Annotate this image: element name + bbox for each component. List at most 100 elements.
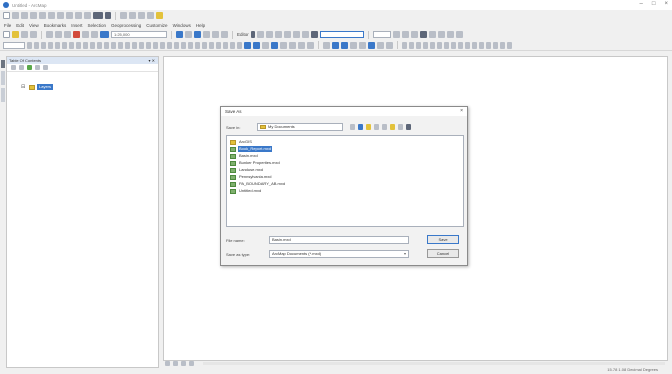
python-icon[interactable] xyxy=(212,31,219,38)
search-icon[interactable] xyxy=(203,31,210,38)
layout-tool-icon[interactable] xyxy=(458,41,463,49)
new-folder-icon[interactable] xyxy=(366,124,371,130)
fixed-zoom-icon[interactable] xyxy=(280,41,287,49)
tool-icon[interactable] xyxy=(55,41,60,49)
measure-icon[interactable] xyxy=(359,41,366,49)
options-icon[interactable] xyxy=(43,65,48,70)
zoom-in-icon[interactable] xyxy=(244,41,251,49)
layout-tool-icon[interactable] xyxy=(451,41,456,49)
edit-annotation-icon[interactable] xyxy=(256,31,264,38)
list-item[interactable]: ArcGIS xyxy=(230,139,253,145)
italic-icon[interactable] xyxy=(401,31,409,38)
tool-icon[interactable] xyxy=(62,41,67,49)
menu-edit[interactable]: Edit xyxy=(16,23,24,28)
hyperlink-icon[interactable] xyxy=(368,41,375,49)
options-icon[interactable] xyxy=(406,124,411,130)
delete-icon-2[interactable] xyxy=(73,31,80,38)
tool-icon[interactable] xyxy=(90,41,95,49)
copy-icon-2[interactable] xyxy=(55,31,62,38)
list-item[interactable]: Book_Report.mxd xyxy=(230,146,273,152)
list-item[interactable]: Basin.mxd xyxy=(230,153,259,159)
edit-vertices-icon[interactable] xyxy=(274,31,282,38)
delete-icon[interactable] xyxy=(66,12,73,19)
list-by-drawing-order-icon[interactable] xyxy=(11,65,16,70)
layout-tool-icon[interactable] xyxy=(507,41,512,49)
layout-tool-icon[interactable] xyxy=(493,41,498,49)
list-item[interactable]: Landuse.mxd xyxy=(230,167,264,173)
html-popup-icon[interactable] xyxy=(377,41,384,49)
redo-icon-2[interactable] xyxy=(91,31,98,38)
menu-customize[interactable]: Customize xyxy=(146,23,167,28)
layout-tool-icon[interactable] xyxy=(409,41,414,49)
add-data-icon[interactable] xyxy=(93,12,103,19)
close-icon[interactable]: × xyxy=(664,1,668,7)
drawing-text-icon[interactable] xyxy=(310,31,318,38)
open-icon[interactable] xyxy=(12,12,19,19)
file-name-input[interactable]: Basin.mxd xyxy=(269,236,409,244)
catalog-window-icon[interactable] xyxy=(138,12,145,19)
tool-icon[interactable] xyxy=(132,41,137,49)
marker-color-icon[interactable] xyxy=(446,31,454,38)
tool-icon[interactable] xyxy=(48,41,53,49)
list-item[interactable]: Bunker Properties.mxd xyxy=(230,160,281,166)
expand-collapse-icon[interactable]: ⊟ xyxy=(21,84,25,90)
identify-icon[interactable] xyxy=(341,41,348,49)
layout-tool-icon[interactable] xyxy=(430,41,435,49)
menu-view[interactable]: View xyxy=(29,23,39,28)
forward-extent-icon[interactable] xyxy=(307,41,314,49)
menu-bookmarks[interactable]: Bookmarks xyxy=(44,23,67,28)
tool-icon[interactable] xyxy=(230,41,235,49)
tool-icon[interactable] xyxy=(216,41,221,49)
tool-icon[interactable] xyxy=(83,41,88,49)
font-combo[interactable] xyxy=(319,31,364,38)
tool-icon[interactable] xyxy=(153,41,158,49)
menu-help[interactable]: Help xyxy=(196,23,205,28)
full-extent-icon[interactable] xyxy=(271,41,278,49)
more-tools-icon[interactable] xyxy=(455,31,463,38)
tool-icon[interactable] xyxy=(188,41,193,49)
menu-insert[interactable]: Insert xyxy=(71,23,82,28)
cut-icon[interactable] xyxy=(39,12,46,19)
bold-icon[interactable] xyxy=(392,31,400,38)
maximize-icon[interactable]: □ xyxy=(652,1,656,7)
redo-icon[interactable] xyxy=(84,12,91,19)
tool-icon[interactable] xyxy=(237,41,242,49)
undo-icon[interactable] xyxy=(75,12,82,19)
straight-segment-icon[interactable] xyxy=(265,31,273,38)
save-button[interactable]: Save xyxy=(427,235,459,244)
model-builder-icon[interactable] xyxy=(221,31,228,38)
save-type-select[interactable]: ArcMap Documents (*.mxd) ▾ xyxy=(269,250,409,258)
paste-icon[interactable] xyxy=(57,12,64,19)
pin-icon[interactable]: ▾ ✕ xyxy=(149,57,155,64)
tool-icon[interactable] xyxy=(167,41,172,49)
map-scale-combo[interactable]: 1:25,000 xyxy=(111,31,167,38)
menu-file[interactable]: File xyxy=(4,23,11,28)
home-folder-icon[interactable] xyxy=(390,124,395,130)
tool-icon[interactable] xyxy=(34,41,39,49)
tool-icon[interactable] xyxy=(104,41,109,49)
edit-tool-icon[interactable] xyxy=(250,31,255,38)
layout-tool-icon[interactable] xyxy=(444,41,449,49)
copy-icon[interactable] xyxy=(48,12,55,19)
search-window-icon[interactable] xyxy=(147,12,154,19)
list-by-visibility-icon[interactable] xyxy=(27,65,32,70)
layout-tool-icon[interactable] xyxy=(486,41,491,49)
layout-tool-icon[interactable] xyxy=(402,41,407,49)
editor-toolbar-icon[interactable] xyxy=(120,12,127,19)
tool-icon[interactable] xyxy=(195,41,200,49)
tool-icon[interactable] xyxy=(139,41,144,49)
connect-folder-icon[interactable] xyxy=(382,124,387,130)
font-size-combo[interactable] xyxy=(372,31,391,38)
tool-icon[interactable] xyxy=(146,41,151,49)
font-color-icon[interactable] xyxy=(419,31,427,38)
new-map-icon[interactable] xyxy=(3,12,10,19)
cut-icon-2[interactable] xyxy=(46,31,53,38)
catalog-icon[interactable] xyxy=(194,31,201,38)
tool-icon[interactable] xyxy=(209,41,214,49)
print-icon[interactable] xyxy=(30,12,37,19)
layout-view-icon[interactable] xyxy=(173,361,178,366)
dock-tab-search[interactable] xyxy=(1,71,5,85)
view-menu-icon[interactable] xyxy=(374,124,379,130)
up-folder-icon[interactable] xyxy=(358,124,363,130)
list-item[interactable]: PA_BOUNDARY_AB.mxd xyxy=(230,181,286,187)
